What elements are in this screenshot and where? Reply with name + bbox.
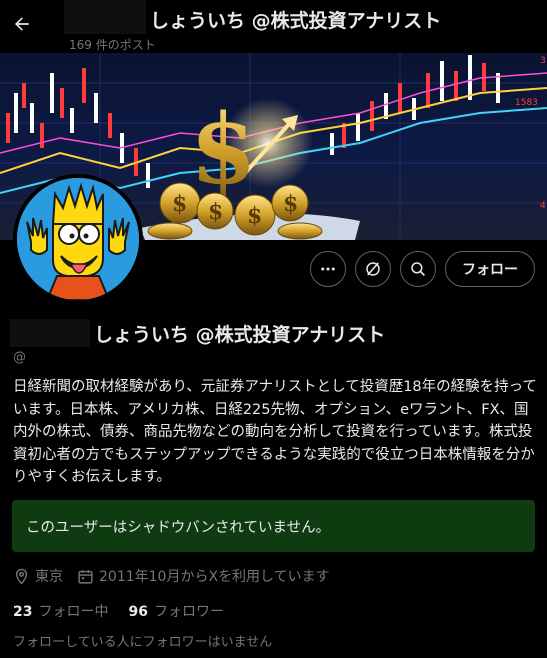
follow-button[interactable]: フォロー — [445, 251, 535, 287]
banner-price-label: 3 — [540, 56, 546, 66]
location: 東京 — [13, 566, 63, 586]
svg-text:$: $ — [283, 191, 298, 217]
svg-text:$: $ — [208, 199, 223, 225]
svg-text:$: $ — [190, 93, 257, 206]
grok-icon — [366, 262, 380, 276]
search-button[interactable] — [400, 251, 436, 287]
svg-text:$: $ — [172, 191, 187, 217]
profile-bio: 日経新聞の取材経験があり、元証券アナリストとして投資歴18年の経験を持っています… — [13, 379, 537, 485]
redacted-block — [64, 0, 146, 34]
followers-link[interactable]: 96 フォロワー — [128, 601, 223, 621]
back-arrow-icon — [15, 17, 29, 31]
banner-price-label: 4 — [540, 201, 546, 211]
shadowban-notice: このユーザーはシャドウバンされていません。 — [12, 500, 535, 552]
location-icon — [15, 568, 28, 585]
search-icon — [411, 262, 425, 276]
calendar-icon — [78, 569, 93, 584]
following-label: フォロー中 — [38, 604, 109, 620]
redacted-block — [10, 319, 90, 347]
banner-price-label: 1583 — [515, 98, 538, 108]
back-button[interactable] — [8, 10, 36, 38]
followers-count: 96 — [128, 604, 148, 620]
more-icon — [321, 267, 335, 271]
display-name: しょういち @株式投資アナリスト — [94, 324, 386, 346]
post-count: 169 件のポスト — [69, 38, 156, 52]
svg-text:$: $ — [247, 203, 262, 229]
profile-meta: 東京 2011年10月からXを利用しています — [13, 566, 344, 586]
avatar[interactable] — [13, 174, 143, 304]
shadowban-text: このユーザーはシャドウバンされていません。 — [26, 519, 331, 536]
more-button[interactable] — [310, 251, 346, 287]
followers-label: フォロワー — [153, 604, 224, 620]
top-bar: しょういち @株式投資アナリスト 169 件のポスト — [0, 0, 547, 53]
join-date-text: 2011年10月からXを利用しています — [99, 569, 330, 585]
location-text: 東京 — [35, 569, 63, 585]
grok-button[interactable] — [355, 251, 391, 287]
header-title: しょういち @株式投資アナリスト — [150, 10, 442, 32]
followers-you-know: フォローしている人にフォロワーはいません — [13, 635, 273, 650]
avatar-image — [17, 178, 139, 300]
following-count: 23 — [13, 604, 33, 620]
following-link[interactable]: 23 フォロー中 — [13, 601, 108, 621]
user-handle: @ — [13, 350, 26, 365]
follow-stats: 23 フォロー中 96 フォロワー — [13, 601, 244, 621]
profile-actions: フォロー — [310, 251, 535, 287]
join-date: 2011年10月からXを利用しています — [77, 566, 330, 586]
